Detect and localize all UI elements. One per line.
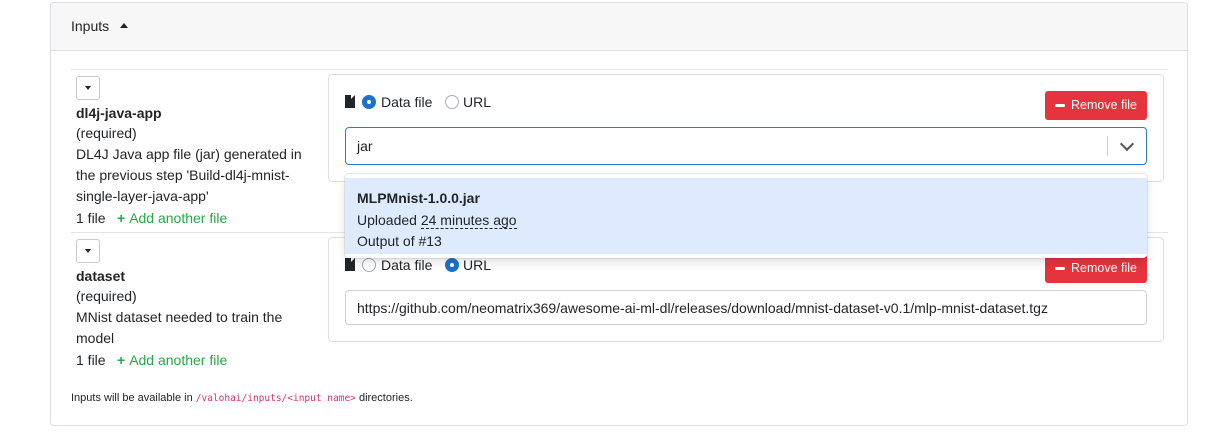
add-another-file-label: Add another file (129, 210, 228, 226)
required-label: (required) (76, 288, 137, 304)
inputs-header[interactable]: Inputs (51, 3, 1187, 51)
add-another-file-label: Add another file (129, 352, 228, 368)
input-description-line: the previous step 'Build-dl4j-mnist- (76, 167, 290, 183)
row-divider-top (71, 69, 1168, 70)
radio-url-label: URL (463, 257, 492, 273)
option-uploaded-ago: 24 minutes ago (420, 212, 517, 229)
url-input[interactable]: https://github.com/neomatrix369/awesome-… (345, 290, 1147, 325)
option-uploaded: Uploaded 24 minutes ago (357, 212, 517, 229)
chevron-down-icon[interactable] (1119, 136, 1135, 152)
caret-up-icon[interactable] (120, 23, 128, 28)
remove-file-button[interactable]: Remove file (1045, 91, 1147, 120)
footer-path: /valohai/inputs/<input name> (195, 393, 356, 404)
file-select-value: jar (357, 138, 373, 154)
option-title: MLPMnist-1.0.0.jar (357, 190, 480, 206)
footer-suffix: directories. (355, 392, 413, 404)
dropdown-option[interactable]: MLPMnist-1.0.0.jar Uploaded 24 minutes a… (345, 178, 1147, 254)
required-label: (required) (76, 125, 137, 141)
input-toggle-button[interactable] (76, 76, 100, 100)
add-another-file-link[interactable]: + Add another file (117, 210, 227, 226)
option-output: Output of #13 (357, 233, 442, 249)
plus-icon: + (117, 352, 126, 368)
radio-url[interactable] (445, 258, 459, 272)
inputs-footer-note: Inputs will be available in /valohai/inp… (71, 392, 413, 404)
inputs-title: Inputs (71, 18, 110, 34)
footer-prefix: Inputs will be available in (71, 392, 196, 404)
input-name: dl4j-java-app (76, 105, 162, 121)
file-select-dropdown: MLPMnist-1.0.0.jar Uploaded 24 minutes a… (345, 174, 1147, 258)
input-description-line: single-layer-java-app' (76, 188, 209, 204)
file-icon (345, 95, 355, 108)
input-description-line: MNist dataset needed to train the (76, 309, 283, 325)
input-description-line: DL4J Java app file (jar) generated in (76, 146, 302, 162)
minus-icon (1055, 104, 1065, 107)
file-icon (345, 258, 355, 271)
option-uploaded-prefix: Uploaded (357, 212, 421, 228)
url-input-value: https://github.com/neomatrix369/awesome-… (357, 300, 1048, 316)
plus-icon: + (117, 210, 126, 226)
chevron-down-icon (85, 249, 91, 253)
input-description-line: model (76, 330, 115, 346)
file-count: 1 file (76, 210, 106, 226)
remove-file-button[interactable]: Remove file (1045, 254, 1147, 283)
radio-data-file-label: Data file (381, 94, 433, 110)
radio-data-file[interactable] (362, 258, 376, 272)
radio-data-file[interactable] (362, 95, 376, 109)
file-select-input[interactable]: jar (345, 127, 1147, 165)
remove-file-label: Remove file (1071, 98, 1137, 112)
chevron-down-icon (85, 86, 91, 90)
add-another-file-link[interactable]: + Add another file (117, 352, 227, 368)
radio-url-label: URL (463, 94, 492, 110)
select-separator (1107, 136, 1108, 156)
input-name: dataset (76, 268, 126, 284)
file-count: 1 file (76, 352, 106, 368)
remove-file-label: Remove file (1071, 261, 1137, 275)
input-toggle-button[interactable] (76, 239, 100, 263)
minus-icon (1055, 267, 1065, 270)
radio-data-file-label: Data file (381, 257, 433, 273)
radio-url[interactable] (445, 95, 459, 109)
